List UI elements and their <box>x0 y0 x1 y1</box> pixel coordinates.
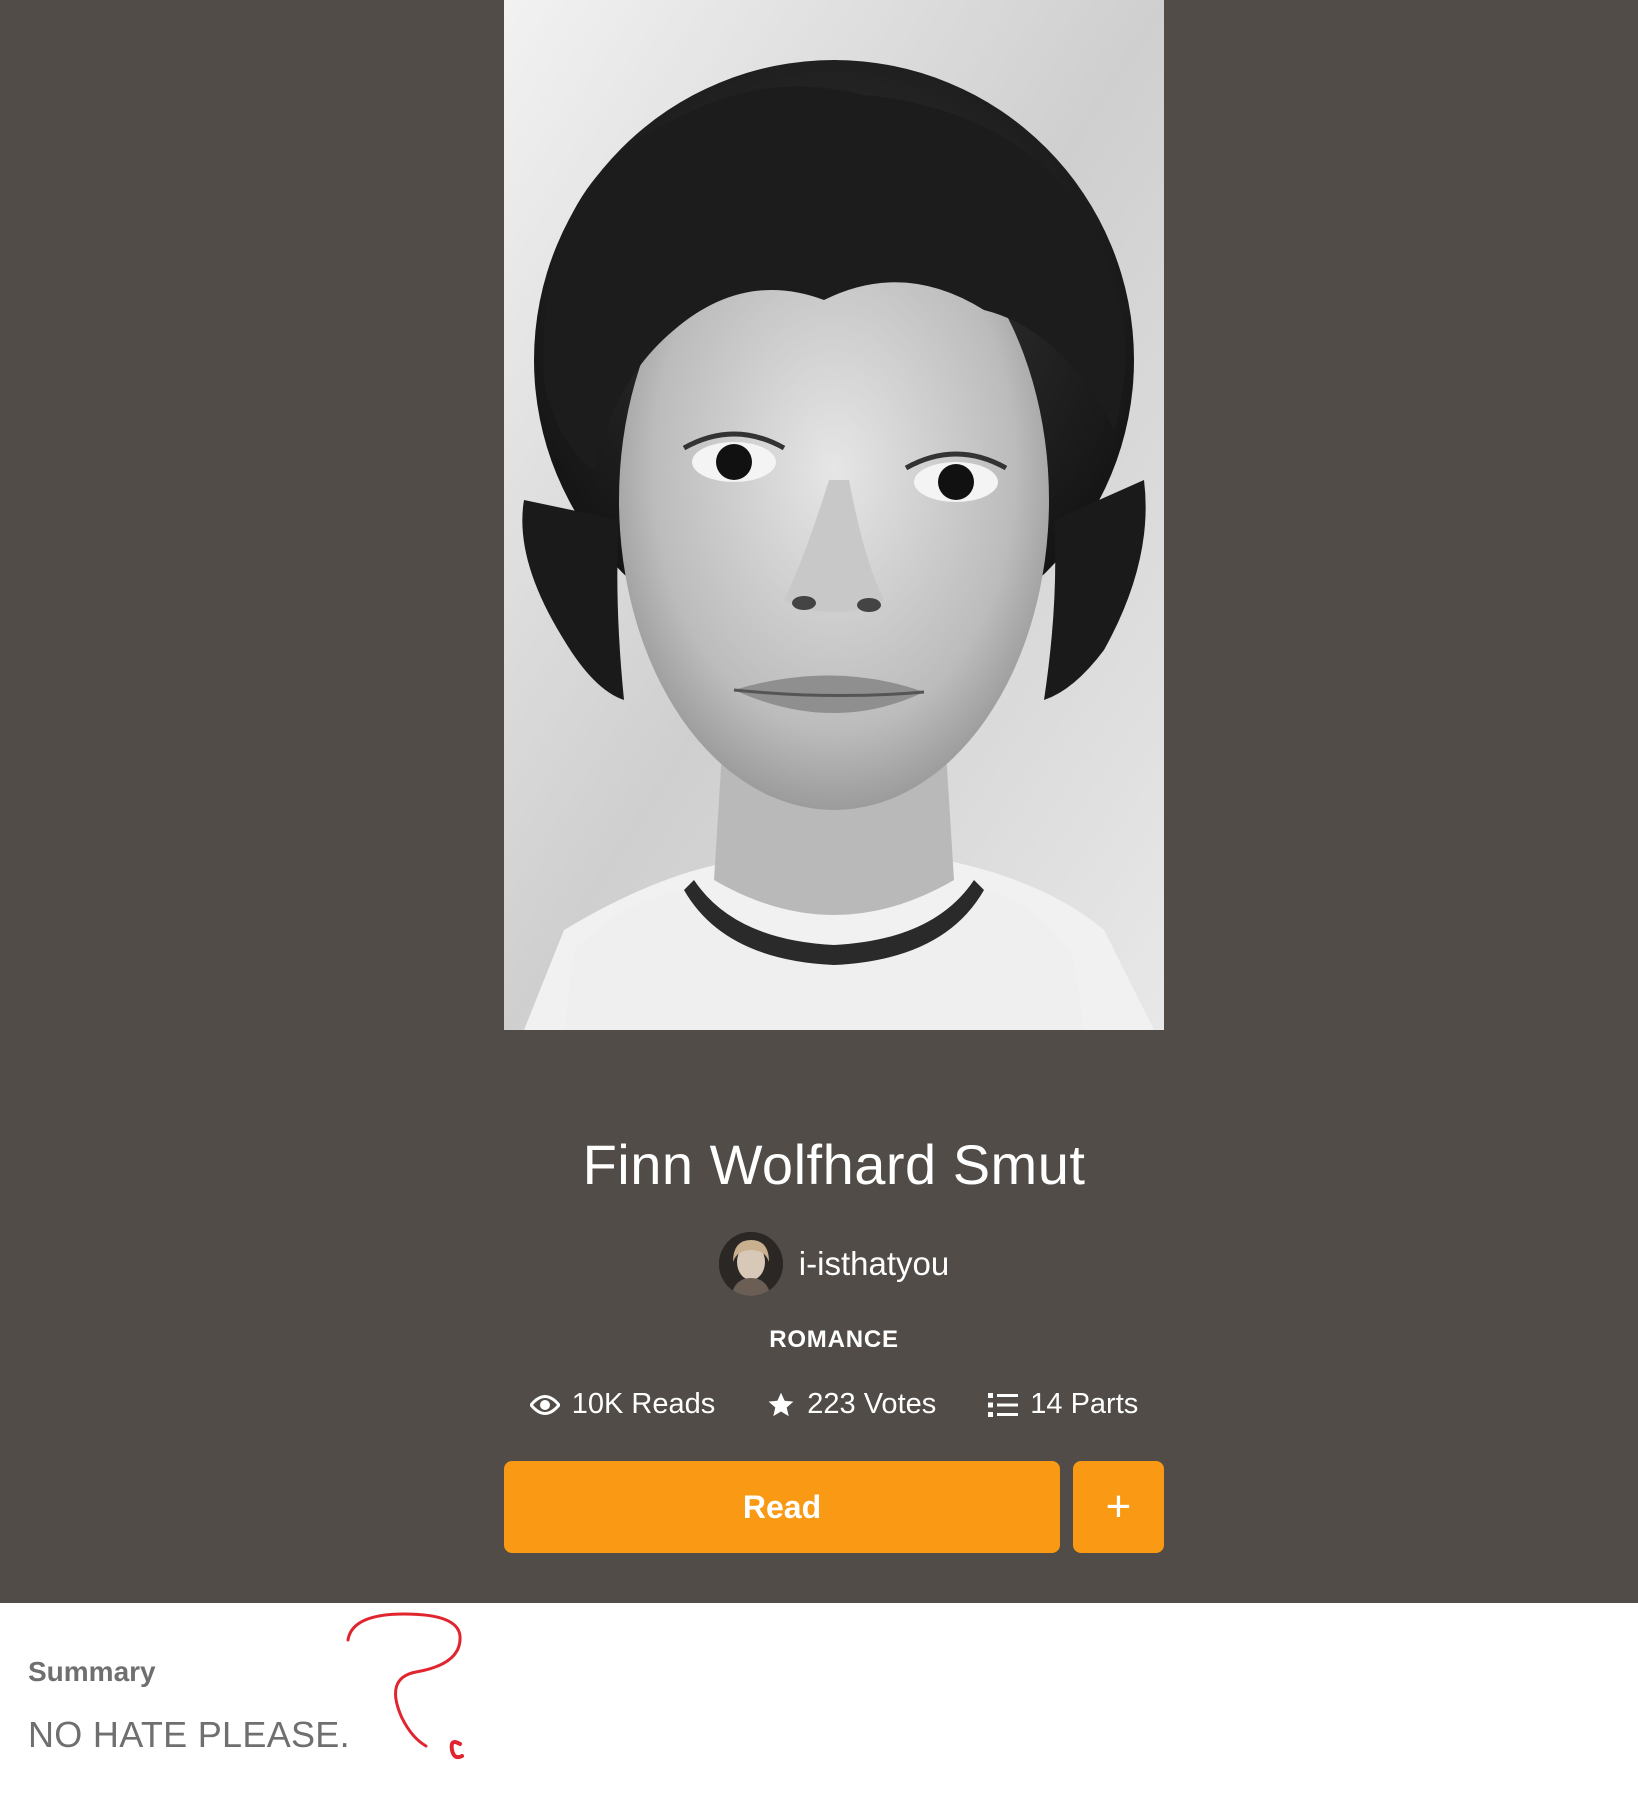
list-icon <box>988 1392 1019 1417</box>
story-page: Finn Wolfhard Smut i-isthatyou ROMANCE 1… <box>0 0 1638 1795</box>
story-stats: 10K Reads 223 Votes 14 Parts <box>0 1388 1638 1421</box>
reads-count: 10K Reads <box>571 1388 716 1420</box>
stat-reads: 10K Reads <box>529 1388 716 1421</box>
star-icon <box>768 1392 794 1416</box>
summary-text: NO HATE PLEASE. <box>28 1714 350 1755</box>
votes-count: 223 Votes <box>807 1388 937 1420</box>
eye-icon <box>529 1394 560 1415</box>
avatar[interactable] <box>718 1232 783 1296</box>
summary-heading: Summary <box>28 1656 156 1687</box>
story-title: Finn Wolfhard Smut <box>582 1133 1086 1196</box>
story-header: Finn Wolfhard Smut i-isthatyou ROMANCE 1… <box>0 0 1638 1603</box>
stat-parts: 14 Parts <box>988 1388 1138 1421</box>
parts-count: 14 Parts <box>1030 1388 1139 1420</box>
red-scribble-annotation <box>346 1612 464 1760</box>
category-tag[interactable]: ROMANCE <box>0 1326 1638 1354</box>
read-button[interactable]: Read <box>504 1461 1060 1553</box>
author-link[interactable]: i-isthatyou <box>0 1232 1638 1296</box>
cover-image[interactable] <box>504 0 1164 1030</box>
stat-votes: 223 Votes <box>767 1388 936 1421</box>
author-name[interactable]: i-isthatyou <box>799 1245 949 1283</box>
add-to-library-button[interactable]: + <box>1073 1461 1164 1553</box>
